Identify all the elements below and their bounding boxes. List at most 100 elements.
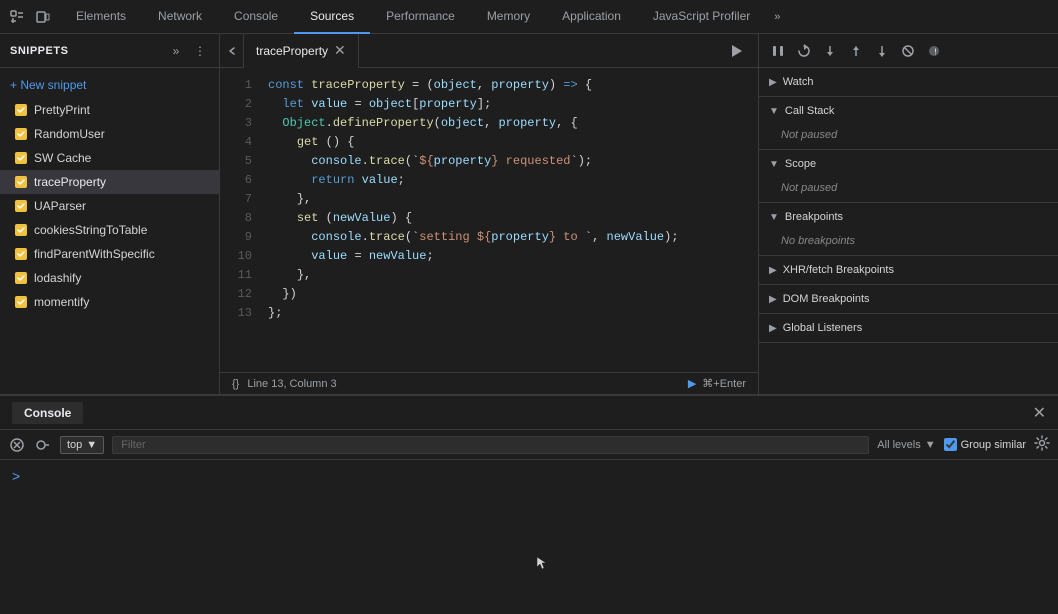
sidebar-header: Snippets » ⋮ [0,34,219,68]
clear-console-button[interactable] [8,436,26,454]
console-filter-input[interactable] [112,436,869,454]
breakpoints-label: Breakpoints [785,211,843,223]
run-button[interactable] [726,41,746,61]
debugger-toolbar: ! [759,34,1058,68]
editor-nav-back[interactable] [220,34,244,68]
dom-arrow: ▶ [769,294,777,305]
breakpoints-header[interactable]: ▼ Breakpoints [759,203,1058,231]
breakpoints-arrow: ▼ [769,212,779,223]
cursor-position: Line 13, Column 3 [247,378,336,390]
callstack-arrow: ▼ [769,106,779,117]
snippet-swcache[interactable]: SW Cache [0,146,219,170]
console-content[interactable]: > [0,460,1058,614]
inspect-icon[interactable] [8,8,26,26]
scope-header[interactable]: ▼ Scope [759,150,1058,178]
run-shortcut: ▶ ⌘+Enter [688,377,746,390]
group-similar-checkbox[interactable]: Group similar [944,438,1026,451]
sidebar-header-icons: » ⋮ [167,42,209,60]
callstack-content: Not paused [759,125,1058,149]
breakpoints-content: No breakpoints [759,231,1058,255]
dom-breakpoints-header[interactable]: ▶ DOM Breakpoints [759,285,1058,313]
pause-button[interactable] [769,42,787,60]
callstack-header[interactable]: ▼ Call Stack [759,97,1058,125]
step-into-button[interactable] [821,42,839,60]
watch-label: Watch [783,76,814,88]
editor-tab-traceproperty[interactable]: traceProperty ✕ [244,34,359,68]
tab-sources[interactable]: Sources [294,0,370,34]
main-area: Snippets » ⋮ + New snippet PrettyPrint R… [0,34,1058,394]
tab-console[interactable]: Console [218,0,294,34]
chevron-down-icon: ▼ [86,439,97,451]
tab-js-profiler[interactable]: JavaScript Profiler [637,0,766,34]
callstack-label: Call Stack [785,105,835,117]
scope-label: Scope [785,158,816,170]
xhr-breakpoints-section: ▶ XHR/fetch Breakpoints [759,256,1058,285]
breakpoints-section: ▼ Breakpoints No breakpoints [759,203,1058,256]
run-shortcut-icon: ▶ [688,377,696,390]
pause-on-exceptions-button[interactable]: ! [925,42,943,60]
global-arrow: ▶ [769,323,777,334]
more-icon[interactable]: » [167,42,185,60]
tab-memory[interactable]: Memory [471,0,546,34]
more-tabs-button[interactable]: » [766,11,788,23]
console-toolbar: top ▼ All levels ▼ Group similar [0,430,1058,460]
console-settings-button[interactable] [1034,435,1050,454]
console-prompt-symbol: > [12,468,20,484]
toggle-sidebar-button[interactable] [34,436,52,454]
console-drawer: Console ✕ top ▼ All levels ▼ Group simil… [0,394,1058,614]
editor-tab-bar: traceProperty ✕ [220,34,758,68]
watch-header[interactable]: ▶ Watch [759,68,1058,96]
right-panel: ! ▶ Watch ▼ Call Stack Not paused [758,34,1058,394]
global-label: Global Listeners [783,322,863,334]
console-prompt-line: > [12,468,1046,484]
global-listeners-header[interactable]: ▶ Global Listeners [759,314,1058,342]
snippet-findparent[interactable]: findParentWithSpecific [0,242,219,266]
tab-elements[interactable]: Elements [60,0,142,34]
console-close-button[interactable]: ✕ [1033,403,1046,423]
sidebar-menu-icon[interactable]: ⋮ [191,42,209,60]
scope-arrow: ▼ [769,159,779,170]
status-bar-right: ▶ ⌘+Enter [688,377,746,390]
tab-performance[interactable]: Performance [370,0,471,34]
debugger-panels: ▶ Watch ▼ Call Stack Not paused ▼ Scope … [759,68,1058,394]
new-snippet-button[interactable]: + New snippet [0,72,219,98]
tab-network[interactable]: Network [142,0,218,34]
snippet-randomuser[interactable]: RandomUser [0,122,219,146]
snippet-traceproperty[interactable]: traceProperty [0,170,219,194]
deactivate-breakpoints-button[interactable] [899,42,917,60]
snippet-lodashify[interactable]: lodashify [0,266,219,290]
console-context-selector[interactable]: top ▼ [60,436,104,454]
scope-section: ▼ Scope Not paused [759,150,1058,203]
snippet-prettyprint[interactable]: PrettyPrint [0,98,219,122]
svg-text:!: ! [933,47,938,56]
mouse-cursor [535,555,543,567]
xhr-breakpoints-header[interactable]: ▶ XHR/fetch Breakpoints [759,256,1058,284]
run-shortcut-key: ⌘+Enter [702,377,746,390]
snippets-list: + New snippet PrettyPrint RandomUser SW … [0,68,219,394]
console-title[interactable]: Console [12,402,83,424]
sidebar-title: Snippets [10,45,167,57]
step-out-button[interactable] [847,42,865,60]
watch-section: ▶ Watch [759,68,1058,97]
watch-arrow: ▶ [769,77,777,88]
devtools-icons [0,8,60,26]
code-editor[interactable]: 1234567 8910111213 const traceProperty =… [220,68,758,372]
dom-label: DOM Breakpoints [783,293,870,305]
tab-close-button[interactable]: ✕ [334,42,346,59]
group-similar-check[interactable] [944,438,957,451]
top-tab-bar: Elements Network Console Sources Perform… [0,0,1058,34]
log-levels-button[interactable]: All levels ▼ [877,439,935,451]
snippet-momentify[interactable]: momentify [0,290,219,314]
xhr-arrow: ▶ [769,265,777,276]
step-button[interactable] [873,42,891,60]
device-icon[interactable] [34,8,52,26]
step-over-button[interactable] [795,42,813,60]
status-bar: {} Line 13, Column 3 ▶ ⌘+Enter [220,372,758,394]
levels-chevron-icon: ▼ [925,439,936,451]
tab-application[interactable]: Application [546,0,637,34]
callstack-section: ▼ Call Stack Not paused [759,97,1058,150]
snippet-cookiesstringtotable[interactable]: cookiesStringToTable [0,218,219,242]
snippet-uaparser[interactable]: UAParser [0,194,219,218]
console-header: Console ✕ [0,396,1058,430]
code-content[interactable]: const traceProperty = (object, property)… [260,68,758,372]
